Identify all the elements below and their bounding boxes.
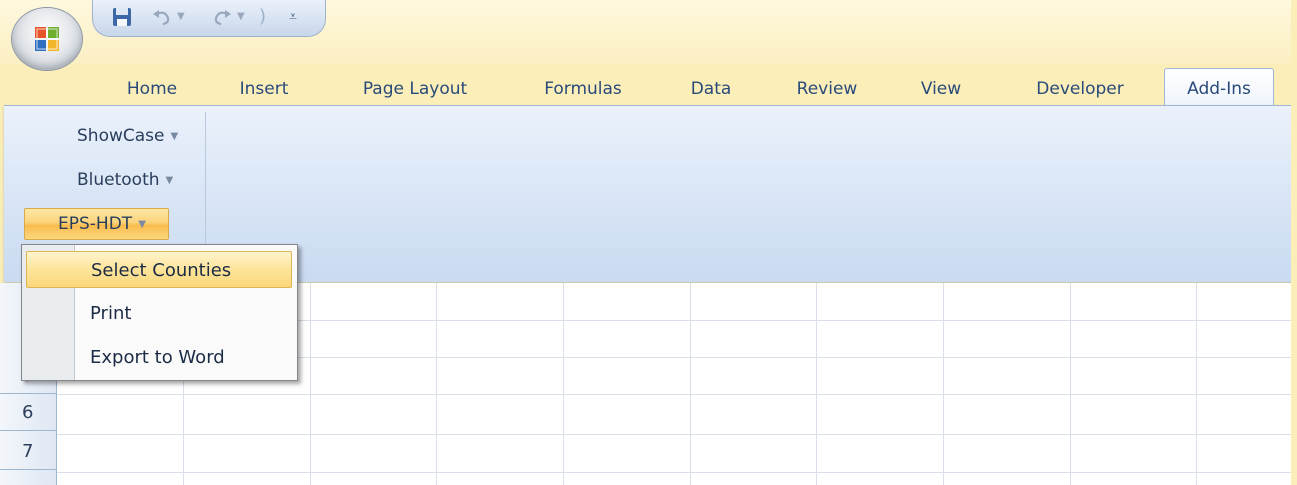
grid-line xyxy=(943,283,944,485)
showcase-menu-button[interactable]: ShowCase ▼ xyxy=(24,121,190,151)
redo-dropdown-icon[interactable]: ▼ xyxy=(237,6,247,28)
grid-line xyxy=(56,434,1297,435)
grid-line xyxy=(436,283,437,485)
menu-item-print[interactable]: Print xyxy=(26,295,292,332)
tab-data[interactable]: Data xyxy=(680,73,742,105)
office-button[interactable] xyxy=(12,8,82,70)
grid-line xyxy=(56,394,1297,395)
menu-item-select-counties[interactable]: Select Counties xyxy=(26,251,292,288)
qat-separator-icon: ) xyxy=(259,6,267,27)
tab-developer[interactable]: Developer xyxy=(1015,73,1145,105)
tab-home[interactable]: Home xyxy=(116,73,188,105)
grid-line xyxy=(563,283,564,485)
chevron-down-icon: ▼ xyxy=(170,131,179,142)
row-header-6[interactable]: 6 xyxy=(0,394,56,431)
grid-line xyxy=(1196,283,1197,485)
grid-line xyxy=(690,283,691,485)
tab-view[interactable]: View xyxy=(910,73,972,105)
grid-line xyxy=(56,472,1297,473)
bluetooth-menu-button[interactable]: Bluetooth ▼ xyxy=(24,165,185,195)
showcase-label: ShowCase xyxy=(77,126,165,146)
customize-qat-icon[interactable]: ⩡ xyxy=(287,6,299,28)
tab-page-layout[interactable]: Page Layout xyxy=(345,73,485,105)
bluetooth-label: Bluetooth xyxy=(77,170,160,190)
redo-icon[interactable] xyxy=(211,6,233,28)
office-logo-icon xyxy=(35,27,59,51)
eps-hdt-label: EPS-HDT xyxy=(58,214,133,234)
chevron-down-icon: ▼ xyxy=(165,175,174,186)
eps-hdt-dropdown-menu: Select Counties Print Export to Word xyxy=(21,244,298,381)
tab-insert[interactable]: Insert xyxy=(226,73,302,105)
tab-formulas[interactable]: Formulas xyxy=(528,73,638,105)
chevron-down-icon: ▼ xyxy=(138,219,146,230)
window-border xyxy=(1291,0,1297,485)
undo-dropdown-icon[interactable]: ▼ xyxy=(177,6,187,28)
row-header-7[interactable]: 7 xyxy=(0,433,56,470)
undo-icon[interactable] xyxy=(151,6,173,28)
grid-line xyxy=(816,283,817,485)
save-icon[interactable] xyxy=(111,6,133,28)
tab-add-ins[interactable]: Add-Ins xyxy=(1164,68,1274,107)
tab-review[interactable]: Review xyxy=(784,73,870,105)
eps-hdt-menu-button[interactable]: EPS-HDT ▼ xyxy=(24,208,169,240)
menu-item-export-to-word[interactable]: Export to Word xyxy=(26,339,292,376)
grid-line xyxy=(1070,283,1071,485)
grid-line xyxy=(310,283,311,485)
